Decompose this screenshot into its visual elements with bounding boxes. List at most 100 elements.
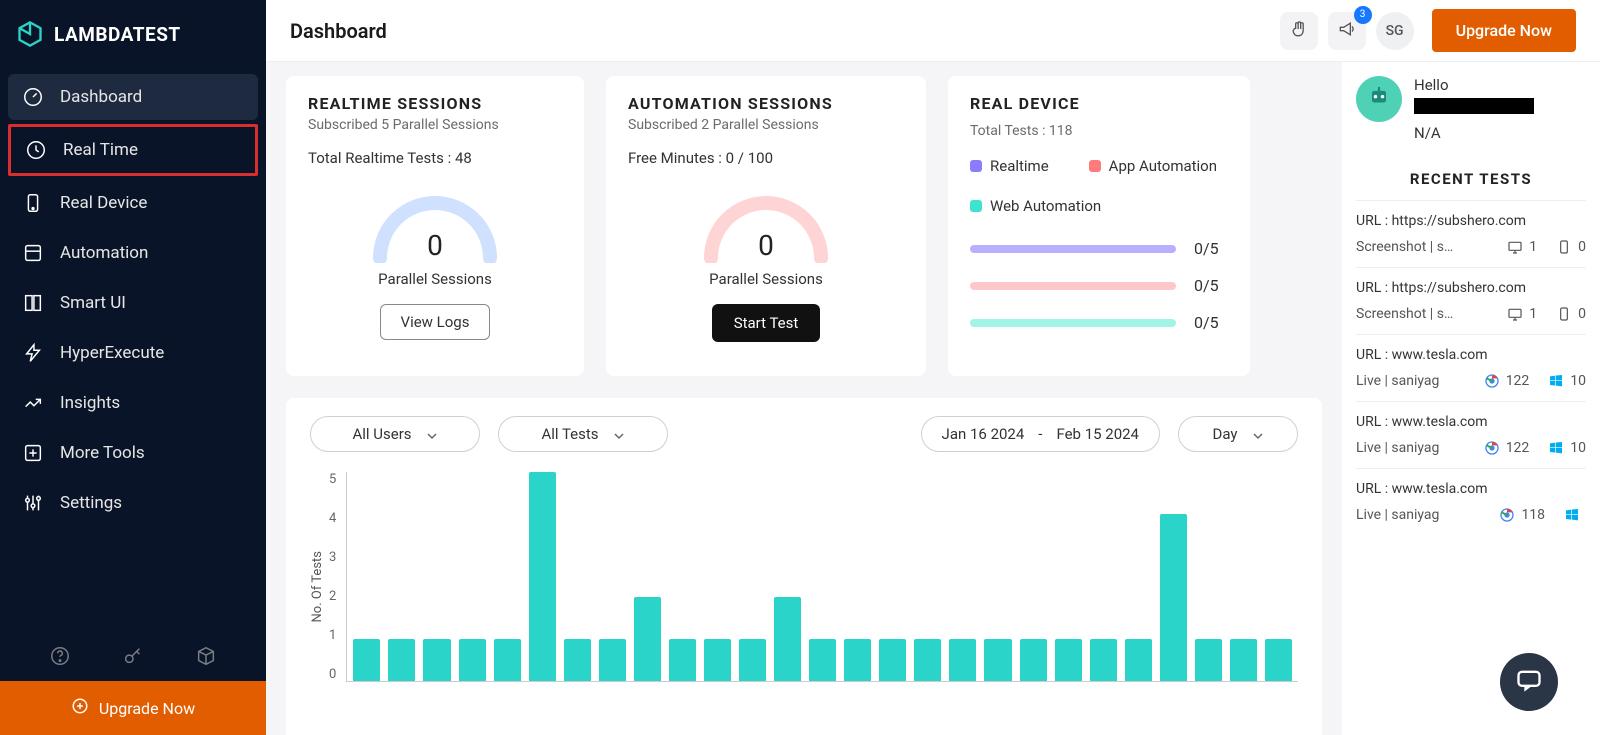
megaphone-icon [1337, 19, 1357, 43]
hand-icon [1289, 19, 1309, 43]
chrome-icon [1484, 373, 1500, 389]
realdevice-bar-row: 0/5 [970, 276, 1228, 295]
realdevice-bar-row: 0/5 [970, 239, 1228, 258]
notification-badge: 3 [1354, 6, 1372, 24]
legend-web-automation: Web Automation [970, 197, 1101, 215]
recent-test-item[interactable]: URL : www.tesla.comLive | saniyag122 10 [1356, 401, 1586, 468]
chart-bar [1265, 639, 1292, 681]
gauge-icon [22, 86, 44, 108]
chrome-icon [1484, 440, 1500, 456]
user-info: Hello N/A [1356, 76, 1586, 142]
sidebar-item-label: Automation [60, 243, 148, 263]
legend-realtime: Realtime [970, 157, 1049, 175]
sidebar-item-label: Settings [60, 493, 122, 513]
recent-meta: Live | saniyag118 [1356, 507, 1586, 523]
realdevice-bar-row: 0/5 [970, 313, 1228, 332]
card-subtitle: Subscribed 5 Parallel Sessions [308, 117, 562, 133]
user-avatar[interactable]: SG [1376, 12, 1414, 50]
recent-test-item[interactable]: URL : https://subshero.com Screenshot | s… [1356, 200, 1586, 267]
page-title: Dashboard [290, 19, 387, 43]
brand-name: LAMBDATEST [54, 23, 181, 46]
progress-track [970, 282, 1176, 290]
key-icon[interactable] [122, 645, 144, 667]
recent-meta: Screenshot | s…1 0 [1356, 239, 1586, 255]
legend-swatch-icon [970, 160, 982, 172]
chart-bar [984, 639, 1011, 681]
realtime-gauge-label: Parallel Sessions [308, 270, 562, 288]
sidebar-item-realtime[interactable]: Real Time [8, 124, 258, 176]
date-range-filter[interactable]: Jan 16 2024 - Feb 15 2024 [921, 416, 1160, 452]
brand-logo[interactable]: LAMBDATEST [0, 0, 266, 68]
sidebar-item-insights[interactable]: Insights [8, 380, 258, 426]
chart-bar [423, 639, 450, 681]
users-filter[interactable]: All Users [310, 416, 480, 452]
recent-tests-list: URL : https://subshero.com Screenshot | s… [1356, 200, 1586, 535]
phone-icon [22, 192, 44, 214]
chart-bar [669, 639, 696, 681]
user-name-redacted [1414, 98, 1534, 114]
chart-plot [346, 472, 1298, 682]
card-subtitle: Subscribed 2 Parallel Sessions [628, 117, 904, 133]
sidebar-item-label: Real Device [60, 193, 147, 213]
chat-support-button[interactable] [1500, 653, 1558, 711]
chart-bar [844, 639, 871, 681]
tests-filter[interactable]: All Tests [498, 416, 668, 452]
chart-bar [564, 639, 591, 681]
sidebar-upgrade-button[interactable]: Upgrade Now [0, 681, 266, 735]
sidebar-nav: Dashboard Real Time Real Device Automati… [0, 68, 266, 631]
recent-test-item[interactable]: URL : www.tesla.comLive | saniyag122 10 [1356, 334, 1586, 401]
chart-bar [774, 597, 801, 681]
chevron-down-icon [613, 428, 625, 440]
recent-meta: Live | saniyag122 10 [1356, 440, 1586, 456]
topbar: Dashboard 3 SG Upgrade Now [266, 0, 1600, 62]
sidebar-item-label: Dashboard [60, 87, 142, 107]
mobile-icon [1556, 239, 1572, 255]
accessibility-button[interactable] [1280, 12, 1318, 50]
sidebar-item-automation[interactable]: Automation [8, 230, 258, 276]
trend-icon [22, 392, 44, 414]
desktop-icon [1507, 239, 1523, 255]
chart-yaxis: 543210 [329, 472, 346, 682]
chart-ylabel: No. Of Tests [310, 551, 325, 622]
automation-sessions-card: AUTOMATION SESSIONS Subscribed 2 Paralle… [606, 76, 926, 376]
announcements-button[interactable]: 3 [1328, 12, 1366, 50]
bar-value: 0/5 [1194, 276, 1228, 295]
recent-test-item[interactable]: URL : www.tesla.comLive | saniyag118 [1356, 468, 1586, 535]
upgrade-now-button[interactable]: Upgrade Now [1432, 9, 1576, 52]
sidebar-item-label: Smart UI [60, 293, 126, 313]
chart-filters: All Users All Tests Jan 16 2024 - Feb 15… [310, 416, 1298, 452]
layers-icon [22, 242, 44, 264]
chart-bar [949, 639, 976, 681]
progress-track [970, 319, 1176, 327]
granularity-filter[interactable]: Day [1178, 416, 1298, 452]
recent-meta: Live | saniyag122 10 [1356, 373, 1586, 389]
sidebar-footer-icons [0, 631, 266, 681]
view-logs-button[interactable]: View Logs [380, 304, 491, 340]
chrome-icon [1499, 507, 1515, 523]
chart-bar [809, 639, 836, 681]
sidebar-item-hyperexecute[interactable]: HyperExecute [8, 330, 258, 376]
tests-chart-card: All Users All Tests Jan 16 2024 - Feb 15… [286, 398, 1322, 735]
clock-icon [25, 139, 47, 161]
sidebar-item-realdevice[interactable]: Real Device [8, 180, 258, 226]
sidebar-item-smartui[interactable]: Smart UI [8, 280, 258, 326]
sidebar-item-settings[interactable]: Settings [8, 480, 258, 526]
cube-icon[interactable] [195, 645, 217, 667]
bolt-icon [22, 342, 44, 364]
plus-circle-icon [71, 697, 89, 719]
legend-app-automation: App Automation [1089, 157, 1217, 175]
upgrade-label: Upgrade Now [99, 699, 195, 718]
right-panel: Hello N/A RECENT TESTS URL : https://sub… [1342, 62, 1600, 735]
chart-bar [739, 639, 766, 681]
sidebar-item-label: Real Time [63, 140, 138, 160]
legend-swatch-icon [1089, 160, 1101, 172]
help-icon[interactable] [49, 645, 71, 667]
sidebar-item-label: More Tools [60, 443, 145, 463]
recent-test-item[interactable]: URL : https://subshero.comScreenshot | s… [1356, 267, 1586, 334]
sidebar-item-moretools[interactable]: More Tools [8, 430, 258, 476]
sidebar-item-dashboard[interactable]: Dashboard [8, 74, 258, 120]
start-test-button[interactable]: Start Test [712, 304, 821, 342]
recent-url: URL : https://subshero.com [1356, 213, 1586, 229]
user-avatar-icon [1356, 76, 1402, 122]
chevron-down-icon [1252, 428, 1264, 440]
